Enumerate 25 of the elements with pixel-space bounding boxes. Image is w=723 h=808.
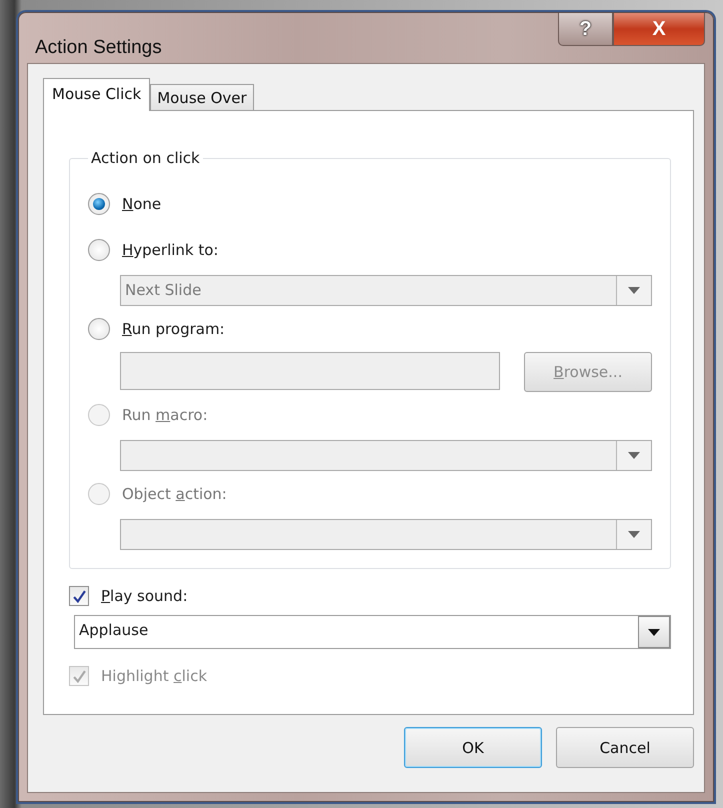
option-label: None (122, 195, 162, 213)
option-label: Hyperlink to: (122, 241, 218, 259)
ok-button[interactable]: OK (404, 727, 542, 768)
checkmark-icon (72, 670, 86, 682)
close-button[interactable]: X (613, 13, 705, 46)
tab[interactable]: Mouse Click (43, 78, 150, 111)
group-title: Action on click (90, 149, 201, 167)
checkmark-icon (72, 590, 86, 602)
caret-icon (628, 531, 640, 538)
radio-button[interactable] (88, 239, 110, 261)
option-label: Object action: (122, 485, 227, 503)
checkbox-label: Highlight click (101, 667, 208, 685)
dropdown[interactable]: Applause (74, 615, 671, 649)
window-title: Action Settings (35, 37, 162, 59)
caret-icon (628, 287, 640, 294)
checkbox-label: Play sound: (101, 587, 188, 605)
cancel-button[interactable]: Cancel (556, 727, 694, 768)
option-label: Run program: (122, 320, 225, 338)
checkbox[interactable] (69, 586, 89, 606)
radio-button[interactable] (88, 318, 110, 340)
radio-button[interactable] (88, 193, 110, 215)
tab[interactable]: Mouse Over (150, 84, 254, 110)
caret-icon (648, 628, 660, 636)
caret-icon (628, 452, 640, 459)
option-label: Run macro: (122, 406, 208, 424)
